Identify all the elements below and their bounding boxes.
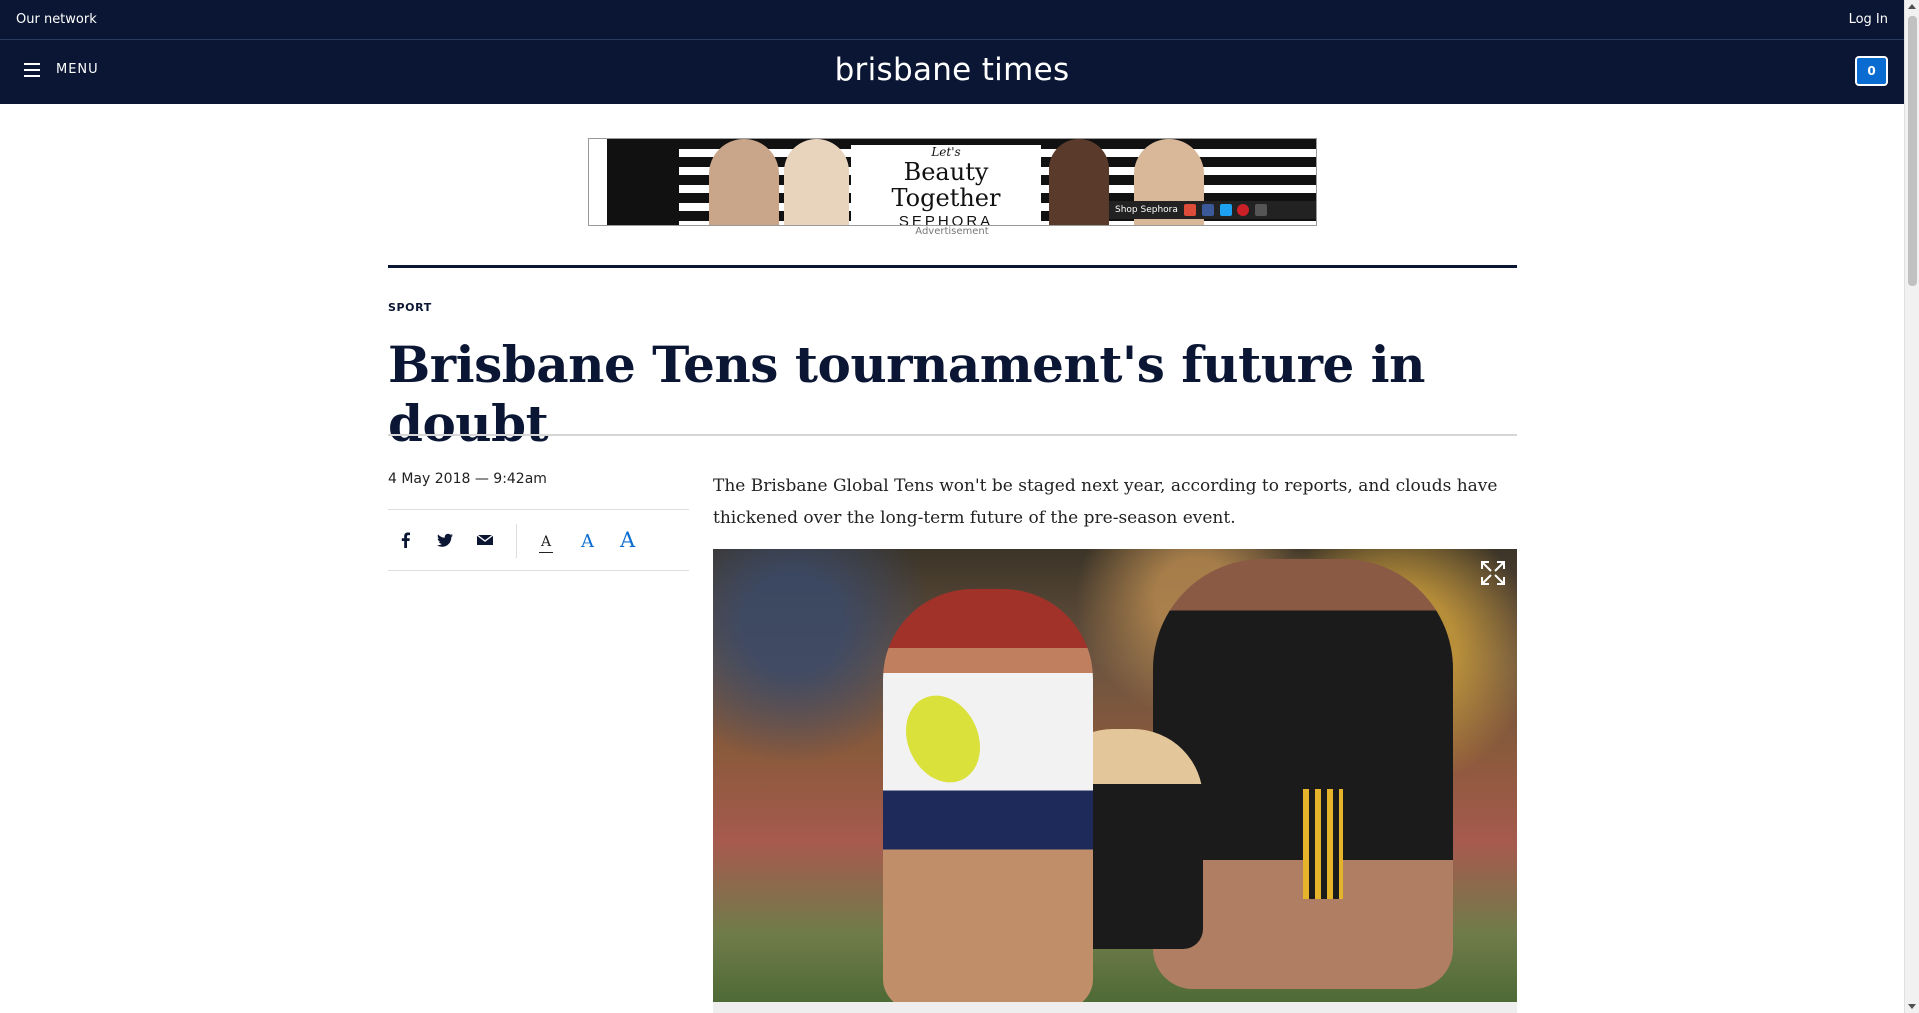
article-hero-image[interactable] [713, 549, 1517, 1002]
ad-brand: SEPHORA [898, 213, 994, 226]
site-header: MENU brisbane times 0 [0, 40, 1904, 104]
ad-model-image [1049, 139, 1109, 225]
headline-divider [388, 434, 1517, 436]
pinterest-icon[interactable] [1237, 203, 1250, 216]
font-size-small-button[interactable]: A [539, 534, 554, 553]
ad-headline: Beauty Together [891, 158, 1001, 212]
ad-model-image [709, 139, 779, 225]
image-caption-bar [713, 1002, 1517, 1013]
expand-image-icon[interactable] [1478, 558, 1508, 588]
ad-tagline: Let's [931, 145, 961, 159]
scroll-down-icon[interactable] [1908, 1004, 1916, 1009]
more-icon[interactable] [1255, 203, 1268, 216]
ad-edge [589, 139, 607, 225]
font-size-large-button[interactable]: A [620, 528, 635, 552]
notification-count-badge[interactable]: 0 [1855, 56, 1888, 86]
scroll-up-icon[interactable] [1908, 4, 1916, 9]
ad-shop-bar[interactable]: Shop Sephora [1109, 201, 1316, 219]
network-bar: Our network Log In [0, 0, 1904, 40]
section-kicker[interactable]: SPORT [388, 301, 432, 314]
ad-cta[interactable]: Shop Sephora [1115, 205, 1178, 215]
section-divider [388, 265, 1517, 268]
twitter-icon[interactable] [435, 530, 455, 550]
scrollbar-thumb[interactable] [1908, 16, 1917, 286]
toolbar-divider [516, 524, 517, 558]
advertisement-banner[interactable]: Let's Beauty Together SEPHORA Shop Sepho… [588, 138, 1317, 226]
google-plus-icon[interactable] [1183, 203, 1196, 216]
advertisement-label: Advertisement [915, 226, 989, 237]
ad-black-panel [607, 139, 679, 225]
page-scrollbar[interactable] [1904, 0, 1919, 1013]
article-lead: The Brisbane Global Tens won't be staged… [713, 476, 1498, 528]
facebook-icon[interactable] [1201, 203, 1214, 216]
twitter-icon[interactable] [1219, 203, 1232, 216]
photo-player [883, 589, 1093, 1002]
share-toolbar: A A A [388, 509, 689, 571]
photo-shorts-stripe [1303, 789, 1343, 899]
ad-copy: Let's Beauty Together SEPHORA [851, 145, 1041, 226]
facebook-icon[interactable] [396, 530, 416, 550]
font-size-medium-button[interactable]: A [581, 531, 594, 552]
site-logo[interactable]: brisbane times [0, 52, 1904, 88]
email-icon[interactable] [475, 530, 495, 550]
article-dateline: 4 May 2018 — 9:42am [388, 471, 547, 487]
login-link[interactable]: Log In [1849, 12, 1888, 27]
our-network-link[interactable]: Our network [16, 12, 97, 27]
ad-model-image [784, 139, 849, 225]
